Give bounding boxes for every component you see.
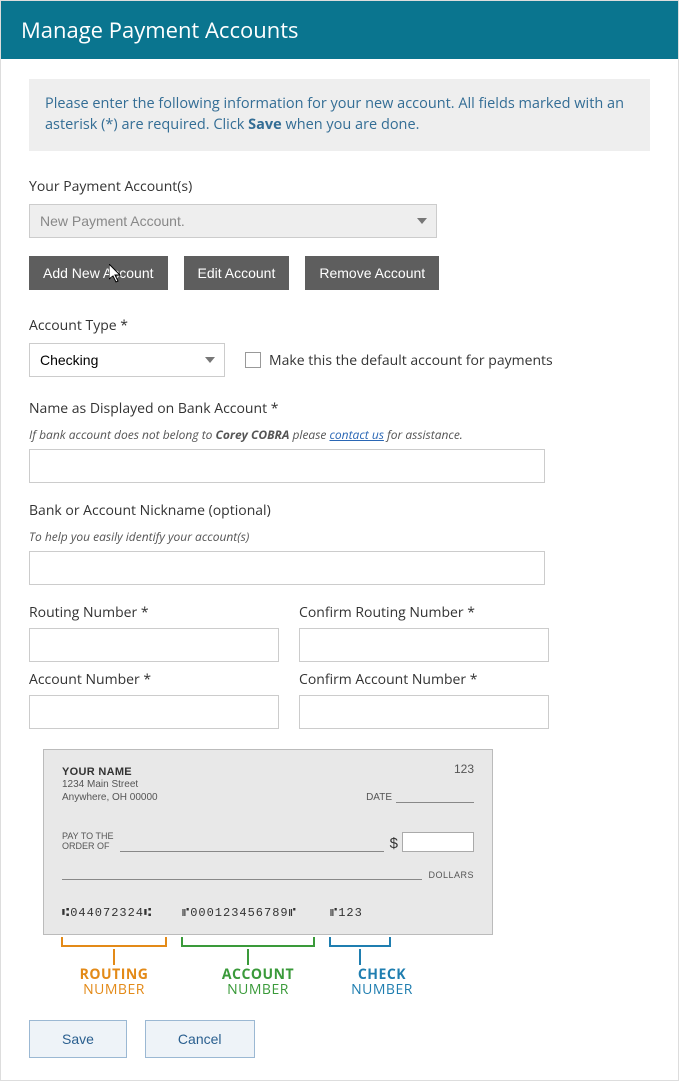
check-routing-digits: ⑆044072324⑆	[62, 906, 168, 920]
confirm-routing-input[interactable]	[299, 628, 549, 662]
account-label: Account Number *	[29, 670, 279, 689]
confirm-account-label: Confirm Account Number *	[299, 670, 549, 689]
bracket-account	[181, 937, 315, 947]
legend-check-top: CHECK	[339, 967, 425, 982]
check-number: 123	[454, 762, 474, 776]
check-addr1: 1234 Main Street	[62, 778, 474, 791]
footer-buttons: Save Cancel	[29, 1020, 650, 1058]
helper-prefix: If bank account does not belong to	[29, 426, 216, 443]
account-type-select[interactable]: Checking	[29, 343, 225, 377]
edit-account-button[interactable]: Edit Account	[184, 256, 290, 290]
check-dollars-word: DOLLARS	[428, 870, 474, 880]
helper-mid: please	[289, 426, 329, 443]
account-action-row: Add New Account Edit Account Remove Acco…	[29, 256, 650, 290]
check-check-digits: ⑈123	[330, 906, 392, 920]
legend-account: ACCOUNT NUMBER	[191, 967, 325, 998]
nickname-input[interactable]	[29, 551, 545, 585]
stem-routing	[113, 949, 115, 965]
info-message: Please enter the following information f…	[29, 79, 650, 151]
display-name-input[interactable]	[29, 449, 545, 483]
confirm-account-input[interactable]	[299, 695, 549, 729]
save-button[interactable]: Save	[29, 1020, 127, 1058]
display-name-group: Name as Displayed on Bank Account * If b…	[29, 399, 650, 483]
cancel-button[interactable]: Cancel	[145, 1020, 255, 1058]
check-illustration: YOUR NAME 1234 Main Street Anywhere, OH …	[43, 749, 493, 998]
accounts-select[interactable]: New Payment Account.	[29, 204, 437, 238]
helper-suffix: for assistance.	[384, 426, 463, 443]
nickname-helper: To help you easily identify your account…	[29, 528, 650, 545]
check-pay-row: PAY TO THE ORDER OF $	[62, 832, 474, 852]
check-date-label: DATE	[366, 792, 392, 803]
legend-routing: ROUTING NUMBER	[51, 967, 177, 998]
helper-name: Corey COBRA	[216, 426, 290, 443]
check-dollar-sign: $	[390, 835, 398, 852]
add-new-account-button[interactable]: Add New Account	[29, 256, 168, 290]
add-new-account-label: Add New Account	[43, 265, 154, 281]
check-name: YOUR NAME	[62, 766, 474, 778]
display-name-label: Name as Displayed on Bank Account *	[29, 399, 650, 418]
stem-account	[247, 949, 249, 965]
legend-check: CHECK NUMBER	[339, 967, 425, 998]
default-checkbox-label: Make this the default account for paymen…	[269, 351, 553, 370]
page-title: Manage Payment Accounts	[1, 1, 678, 59]
account-type-label: Account Type *	[29, 316, 650, 335]
routing-col: Routing Number *	[29, 603, 279, 662]
accounts-select-wrap: New Payment Account.	[29, 204, 437, 238]
page-container: Manage Payment Accounts Please enter the…	[0, 0, 679, 1081]
stem-check-hold	[329, 949, 391, 965]
account-col: Account Number *	[29, 670, 279, 729]
default-checkbox-row: Make this the default account for paymen…	[245, 351, 553, 370]
info-text-suffix: when you are done.	[282, 115, 420, 134]
check-stems	[43, 949, 493, 965]
accounts-label: Your Payment Account(s)	[29, 177, 650, 196]
bracket-check	[329, 937, 391, 947]
stem-account-hold	[181, 949, 315, 965]
check-amount-box	[402, 832, 474, 852]
account-type-select-wrap: Checking	[29, 343, 225, 377]
check-micr-row: ⑆044072324⑆ ⑈000123456789⑈ ⑈123	[62, 906, 474, 920]
check-account-digits: ⑈000123456789⑈	[182, 906, 316, 920]
legend-check-bot: NUMBER	[339, 982, 425, 997]
stem-check	[359, 949, 361, 965]
check-legends: ROUTING NUMBER ACCOUNT NUMBER CHECK NUMB…	[43, 967, 493, 998]
legend-account-bot: NUMBER	[191, 982, 325, 997]
routing-input[interactable]	[29, 628, 279, 662]
legend-routing-bot: NUMBER	[51, 982, 177, 997]
form-body: Please enter the following information f…	[1, 59, 678, 1080]
check-dollars-row: DOLLARS	[62, 868, 474, 880]
display-name-helper: If bank account does not belong to Corey…	[29, 426, 650, 443]
check-dollars-underline	[62, 868, 422, 880]
check-date-underline	[396, 793, 474, 803]
check-brackets	[43, 937, 493, 947]
stem-routing-hold	[61, 949, 167, 965]
nickname-group: Bank or Account Nickname (optional) To h…	[29, 501, 650, 585]
legend-routing-top: ROUTING	[51, 967, 177, 982]
confirm-routing-label: Confirm Routing Number *	[299, 603, 549, 622]
account-type-row: Checking Make this the default account f…	[29, 343, 650, 377]
confirm-routing-col: Confirm Routing Number *	[299, 603, 549, 662]
info-text-strong: Save	[248, 115, 282, 134]
legend-account-top: ACCOUNT	[191, 967, 325, 982]
routing-grid: Routing Number * Confirm Routing Number …	[29, 603, 650, 729]
remove-account-button[interactable]: Remove Account	[305, 256, 439, 290]
default-checkbox[interactable]	[245, 352, 261, 368]
account-input[interactable]	[29, 695, 279, 729]
contact-us-link[interactable]: contact us	[329, 426, 383, 443]
routing-label: Routing Number *	[29, 603, 279, 622]
bracket-routing	[61, 937, 167, 947]
check-pay-underline	[120, 840, 384, 852]
check-date-line: DATE	[366, 792, 474, 803]
confirm-account-col: Confirm Account Number *	[299, 670, 549, 729]
check-pay-label: PAY TO THE ORDER OF	[62, 832, 114, 852]
check-body: YOUR NAME 1234 Main Street Anywhere, OH …	[43, 749, 493, 935]
nickname-label: Bank or Account Nickname (optional)	[29, 501, 650, 520]
